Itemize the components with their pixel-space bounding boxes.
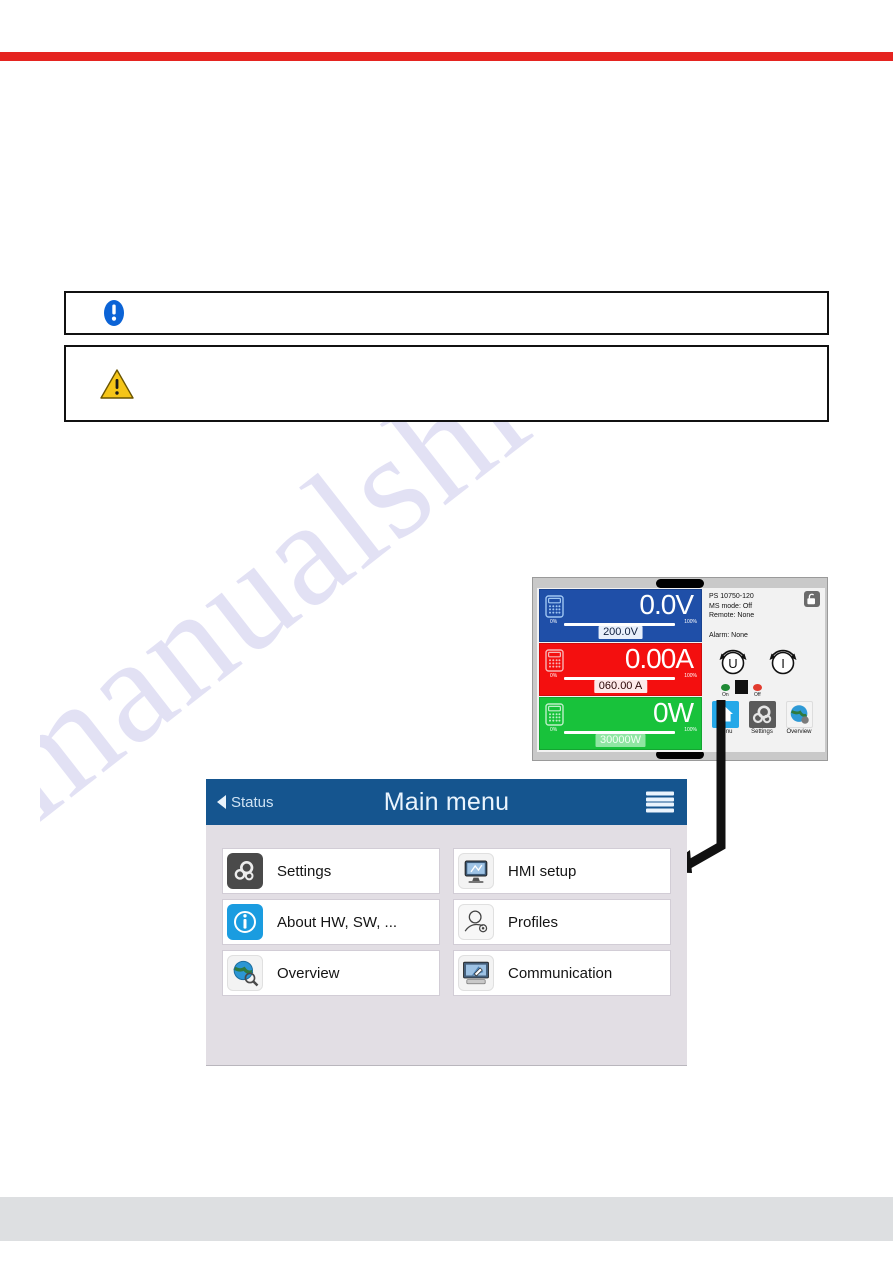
device-voltage-setpoint[interactable]: 200.0V bbox=[598, 626, 643, 639]
warning-triangle-icon bbox=[100, 368, 134, 399]
notice-box-warning bbox=[64, 345, 829, 422]
menu-tile-about-label: About HW, SW, ... bbox=[277, 913, 398, 931]
gears-icon bbox=[227, 853, 263, 889]
person-gear-icon bbox=[458, 904, 494, 940]
menu-tile-profiles-label: Profiles bbox=[508, 913, 559, 931]
off-led bbox=[753, 684, 762, 691]
device-power-setpoint[interactable]: 30000W bbox=[595, 734, 646, 747]
keypad-icon bbox=[545, 703, 564, 726]
menu-tile-overview[interactable]: Overview bbox=[222, 950, 440, 996]
home-icon bbox=[718, 707, 733, 722]
current-knob[interactable]: I bbox=[765, 642, 801, 678]
menu-tile-communication-label: Communication bbox=[508, 964, 613, 982]
keypad-icon bbox=[545, 649, 564, 672]
device-power-scale-min: 0% bbox=[550, 727, 558, 733]
device-settings-button[interactable] bbox=[749, 701, 776, 728]
device-settings-label: Settings bbox=[751, 729, 773, 735]
menu-tile-settings-label: Settings bbox=[277, 862, 332, 880]
globe-icon bbox=[790, 705, 809, 724]
device-voltage-scale-max: 100% bbox=[684, 619, 697, 625]
device-alarm: Alarm: None bbox=[709, 632, 748, 639]
device-model: PS 10750-120 bbox=[709, 593, 754, 600]
menu-tile-profiles[interactable]: Profiles bbox=[453, 899, 671, 945]
notice-box-info bbox=[64, 291, 829, 335]
device-screen: 0.0V 0% 100% 200.0V 0.00A 0% 100% 060.00… bbox=[537, 588, 825, 752]
main-menu-screen: Status Main menu Settings HMI setup Abou… bbox=[206, 779, 687, 1065]
on-led bbox=[721, 684, 730, 691]
device-current-reading: 0.00A bbox=[624, 643, 694, 674]
gears-icon bbox=[752, 705, 772, 724]
keypad-icon bbox=[545, 595, 564, 618]
device-value-column: 0.0V 0% 100% 200.0V 0.00A 0% 100% 060.00… bbox=[537, 588, 703, 752]
off-led-label: Off bbox=[754, 692, 761, 698]
hamburger-menu-icon[interactable] bbox=[646, 791, 674, 813]
device-current-scale-max: 100% bbox=[684, 673, 697, 679]
on-led-label: On bbox=[722, 692, 729, 698]
device-overview-button[interactable] bbox=[786, 701, 813, 728]
device-voltage-panel[interactable]: 0.0V 0% 100% 200.0V bbox=[539, 589, 702, 642]
main-menu-grid: Settings HMI setup About HW, SW, ... Pro… bbox=[222, 848, 672, 996]
device-status-column: PS 10750-120 MS mode: Off Remote: None A… bbox=[703, 588, 825, 752]
device-ms-mode: MS mode: Off bbox=[709, 602, 753, 610]
page-root: manualshive.com 0.0V 0% 100% 200.0V 0.00… bbox=[0, 0, 893, 1263]
device-menu-button[interactable] bbox=[712, 701, 739, 728]
bezel-notch-top bbox=[656, 579, 704, 588]
power-toggle-button[interactable] bbox=[735, 680, 748, 694]
device-power-panel[interactable]: 0W 0% 100% 30000W bbox=[539, 697, 702, 750]
monitor-wrench-icon bbox=[458, 955, 494, 991]
device-voltage-reading: 0.0V bbox=[639, 589, 694, 620]
menu-tile-about[interactable]: About HW, SW, ... bbox=[222, 899, 440, 945]
device-voltage-scale-min: 0% bbox=[550, 619, 558, 625]
unlocked-padlock-icon[interactable] bbox=[804, 591, 820, 607]
device-menu-label: Menu bbox=[717, 729, 733, 735]
device-current-setpoint[interactable]: 060.00 A bbox=[593, 680, 648, 693]
page-title: Main menu bbox=[383, 787, 510, 816]
voltage-knob[interactable]: U bbox=[715, 642, 751, 678]
menu-tile-hmi-setup-label: HMI setup bbox=[508, 862, 577, 880]
menu-tile-hmi-setup[interactable]: HMI setup bbox=[453, 848, 671, 894]
device-power-scale-max: 100% bbox=[684, 727, 697, 733]
globe-magnifier-icon bbox=[227, 955, 263, 991]
device-status-text: PS 10750-120 MS mode: Off Remote: None bbox=[709, 592, 754, 621]
device-current-scale-min: 0% bbox=[550, 673, 558, 679]
info-circle-icon bbox=[227, 904, 263, 940]
menu-tile-communication[interactable]: Communication bbox=[453, 950, 671, 996]
monitor-star-icon bbox=[458, 853, 494, 889]
device-overview-label: Overview bbox=[786, 729, 812, 735]
svg-text:I: I bbox=[781, 656, 785, 671]
device-current-panel[interactable]: 0.00A 0% 100% 060.00 A bbox=[539, 643, 702, 696]
svg-text:U: U bbox=[728, 656, 737, 671]
top-red-rule bbox=[0, 52, 893, 61]
main-menu-header: Status Main menu bbox=[206, 779, 687, 825]
device-power-reading: 0W bbox=[653, 697, 694, 728]
bottom-grey-band bbox=[0, 1197, 893, 1241]
menu-tile-settings[interactable]: Settings bbox=[222, 848, 440, 894]
device-hmi-panel: 0.0V 0% 100% 200.0V 0.00A 0% 100% 060.00… bbox=[532, 577, 828, 761]
device-remote: Remote: None bbox=[709, 612, 755, 619]
menu-tile-overview-label: Overview bbox=[277, 964, 340, 982]
info-circle-icon bbox=[104, 300, 124, 326]
